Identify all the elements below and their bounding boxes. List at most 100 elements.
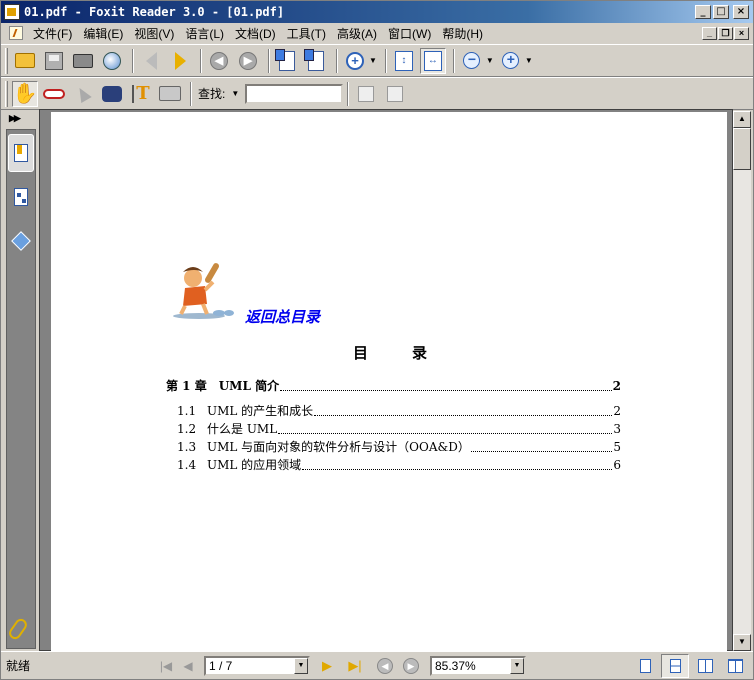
doc-minimize-button[interactable]: _ bbox=[702, 26, 717, 40]
thumbnails-tab[interactable] bbox=[8, 178, 34, 216]
menu-language[interactable]: 语言(L) bbox=[181, 25, 228, 42]
back-to-contents-link[interactable]: 返回总目录 bbox=[245, 306, 320, 327]
toc-leader-dots bbox=[302, 469, 613, 470]
search-button[interactable] bbox=[99, 81, 125, 107]
toc-section-page: 2 bbox=[613, 404, 621, 418]
continuous-facing-button[interactable] bbox=[721, 654, 749, 678]
menu-view[interactable]: 视图(V) bbox=[130, 25, 178, 42]
menu-tools[interactable]: 工具(T) bbox=[283, 25, 330, 42]
toc-chapter-page: 2 bbox=[612, 379, 621, 393]
save-button[interactable] bbox=[41, 48, 67, 74]
print-button[interactable] bbox=[70, 48, 96, 74]
foxit-app-icon[interactable] bbox=[4, 4, 20, 20]
bookmarks-tab[interactable] bbox=[8, 134, 34, 172]
text-select-icon: T bbox=[132, 84, 150, 103]
page-number-combo[interactable]: 1 / 7 ▼ bbox=[204, 655, 310, 676]
last-page-button[interactable]: ▶| bbox=[344, 656, 366, 676]
doc-restore-button[interactable]: ❐ bbox=[718, 26, 733, 40]
attachments-paperclip-icon[interactable] bbox=[6, 616, 30, 642]
fit-width-button[interactable]: ↔ bbox=[419, 47, 446, 74]
continuous-page-button[interactable] bbox=[661, 653, 689, 678]
layers-icon bbox=[11, 231, 31, 251]
zoom-out-icon: − bbox=[463, 52, 481, 69]
rotate-left-button[interactable] bbox=[274, 48, 300, 74]
first-page-button[interactable]: |◀ bbox=[156, 656, 176, 676]
find-next-button[interactable] bbox=[382, 81, 408, 107]
select-text-button[interactable]: T bbox=[128, 81, 154, 107]
toc-section-row[interactable]: 1.2 什么是 UML 3 bbox=[177, 420, 621, 437]
toc-chapter-row[interactable]: 第 1 章 UML 简介 2 bbox=[166, 377, 621, 394]
select-annotation-button[interactable] bbox=[70, 81, 96, 107]
zoom-in-button[interactable]: + bbox=[498, 48, 524, 74]
doc-close-button[interactable]: × bbox=[734, 26, 749, 40]
vertical-scrollbar[interactable]: ▲ ▼ bbox=[733, 111, 751, 651]
toc-section-row[interactable]: 1.3 UML 与面向对象的软件分析与设计（OOA&D） 5 bbox=[177, 438, 621, 455]
reading-tool-button[interactable] bbox=[41, 81, 67, 107]
zoom-out-dropdown-icon[interactable]: ▼ bbox=[486, 56, 494, 65]
toc-section-row[interactable]: 1.4 UML 的应用领域 6 bbox=[177, 456, 621, 473]
single-page-button[interactable] bbox=[631, 654, 659, 678]
menu-file[interactable]: 文件(F) bbox=[29, 25, 76, 42]
thumbnails-icon bbox=[14, 188, 28, 206]
zoom-in-tool-button[interactable]: + bbox=[342, 48, 368, 74]
next-view-button[interactable]: ▶ bbox=[235, 48, 261, 74]
prev-page-button[interactable]: ◀ bbox=[178, 656, 198, 676]
maximize-button[interactable]: □ bbox=[713, 5, 729, 19]
scroll-down-button[interactable]: ▼ bbox=[733, 634, 751, 651]
previous-page-button[interactable] bbox=[138, 48, 164, 74]
prev-page-icon: ◀ bbox=[183, 658, 193, 673]
document-viewport[interactable]: 返回总目录 目录 第 1 章 UML 简介 2 1.1 UML 的产生和成长 2… bbox=[39, 109, 733, 652]
hand-tool-button[interactable]: ✋ bbox=[12, 80, 38, 107]
main-toolbar: ◀ ▶ + ▼ ↕ ↔ − ▼ + ▼ bbox=[1, 44, 753, 77]
snapshot-button[interactable] bbox=[157, 81, 183, 107]
next-page-status-button[interactable]: ▶ bbox=[316, 656, 338, 676]
back-view-button[interactable]: ◀ bbox=[377, 657, 393, 674]
caveman-mascot-image bbox=[173, 263, 234, 319]
toolbar-grip[interactable] bbox=[5, 80, 8, 107]
previous-view-button[interactable]: ◀ bbox=[206, 48, 232, 74]
menu-document[interactable]: 文档(D) bbox=[231, 25, 280, 42]
find-options-dropdown-icon[interactable]: ▼ bbox=[231, 89, 239, 98]
page-dropdown-icon[interactable]: ▼ bbox=[294, 657, 308, 674]
arrow-pointer-icon bbox=[74, 84, 92, 103]
toolbar-separator bbox=[452, 48, 455, 73]
title-bar[interactable]: 01.pdf - Foxit Reader 3.0 - [01.pdf] _ □… bbox=[1, 1, 753, 23]
menu-help[interactable]: 帮助(H) bbox=[438, 25, 487, 42]
zoom-tool-dropdown-icon[interactable]: ▼ bbox=[369, 56, 377, 65]
toolbar-separator bbox=[190, 81, 192, 106]
web-button[interactable] bbox=[99, 48, 125, 74]
document-menu-icon[interactable] bbox=[9, 26, 23, 40]
open-button[interactable] bbox=[12, 48, 38, 74]
zoom-level-value: 85.37% bbox=[435, 658, 476, 673]
facing-page-button[interactable] bbox=[691, 654, 719, 678]
toc-section-row[interactable]: 1.1 UML 的产生和成长 2 bbox=[177, 402, 621, 419]
expand-panel-icon[interactable]: ▶▶ bbox=[9, 113, 21, 124]
find-input[interactable] bbox=[245, 83, 344, 104]
menu-window[interactable]: 窗口(W) bbox=[384, 25, 435, 42]
scroll-up-button[interactable]: ▲ bbox=[733, 111, 751, 128]
rotate-left-icon bbox=[275, 48, 295, 71]
menu-edit[interactable]: 编辑(E) bbox=[79, 25, 127, 42]
rotate-right-button[interactable] bbox=[303, 48, 329, 74]
pdf-page: 返回总目录 目录 第 1 章 UML 简介 2 1.1 UML 的产生和成长 2… bbox=[51, 112, 727, 652]
first-page-icon: |◀ bbox=[159, 658, 173, 673]
close-button[interactable]: × bbox=[733, 5, 749, 19]
toc-chapter-number: 第 1 章 bbox=[166, 379, 207, 393]
find-previous-button[interactable] bbox=[353, 81, 379, 107]
fit-page-button[interactable]: ↕ bbox=[391, 48, 417, 74]
zoom-dropdown-icon[interactable]: ▼ bbox=[510, 657, 524, 674]
layers-tab[interactable] bbox=[8, 222, 34, 260]
zoom-level-combo[interactable]: 85.37% ▼ bbox=[430, 655, 526, 676]
find-next-icon bbox=[387, 85, 404, 102]
zoom-in-dropdown-icon[interactable]: ▼ bbox=[525, 56, 533, 65]
scroll-thumb[interactable] bbox=[733, 128, 751, 170]
zoom-out-button[interactable]: − bbox=[459, 48, 485, 74]
toc-section-title: UML 的产生和成长 bbox=[207, 404, 314, 418]
toolbar-grip[interactable] bbox=[5, 47, 8, 74]
menu-advanced[interactable]: 高级(A) bbox=[333, 25, 381, 42]
next-page-button[interactable] bbox=[167, 48, 193, 74]
toc-section-page: 3 bbox=[613, 422, 621, 436]
bookmark-icon bbox=[14, 144, 28, 162]
forward-view-button[interactable]: ▶ bbox=[403, 657, 419, 674]
minimize-button[interactable]: _ bbox=[695, 5, 711, 19]
